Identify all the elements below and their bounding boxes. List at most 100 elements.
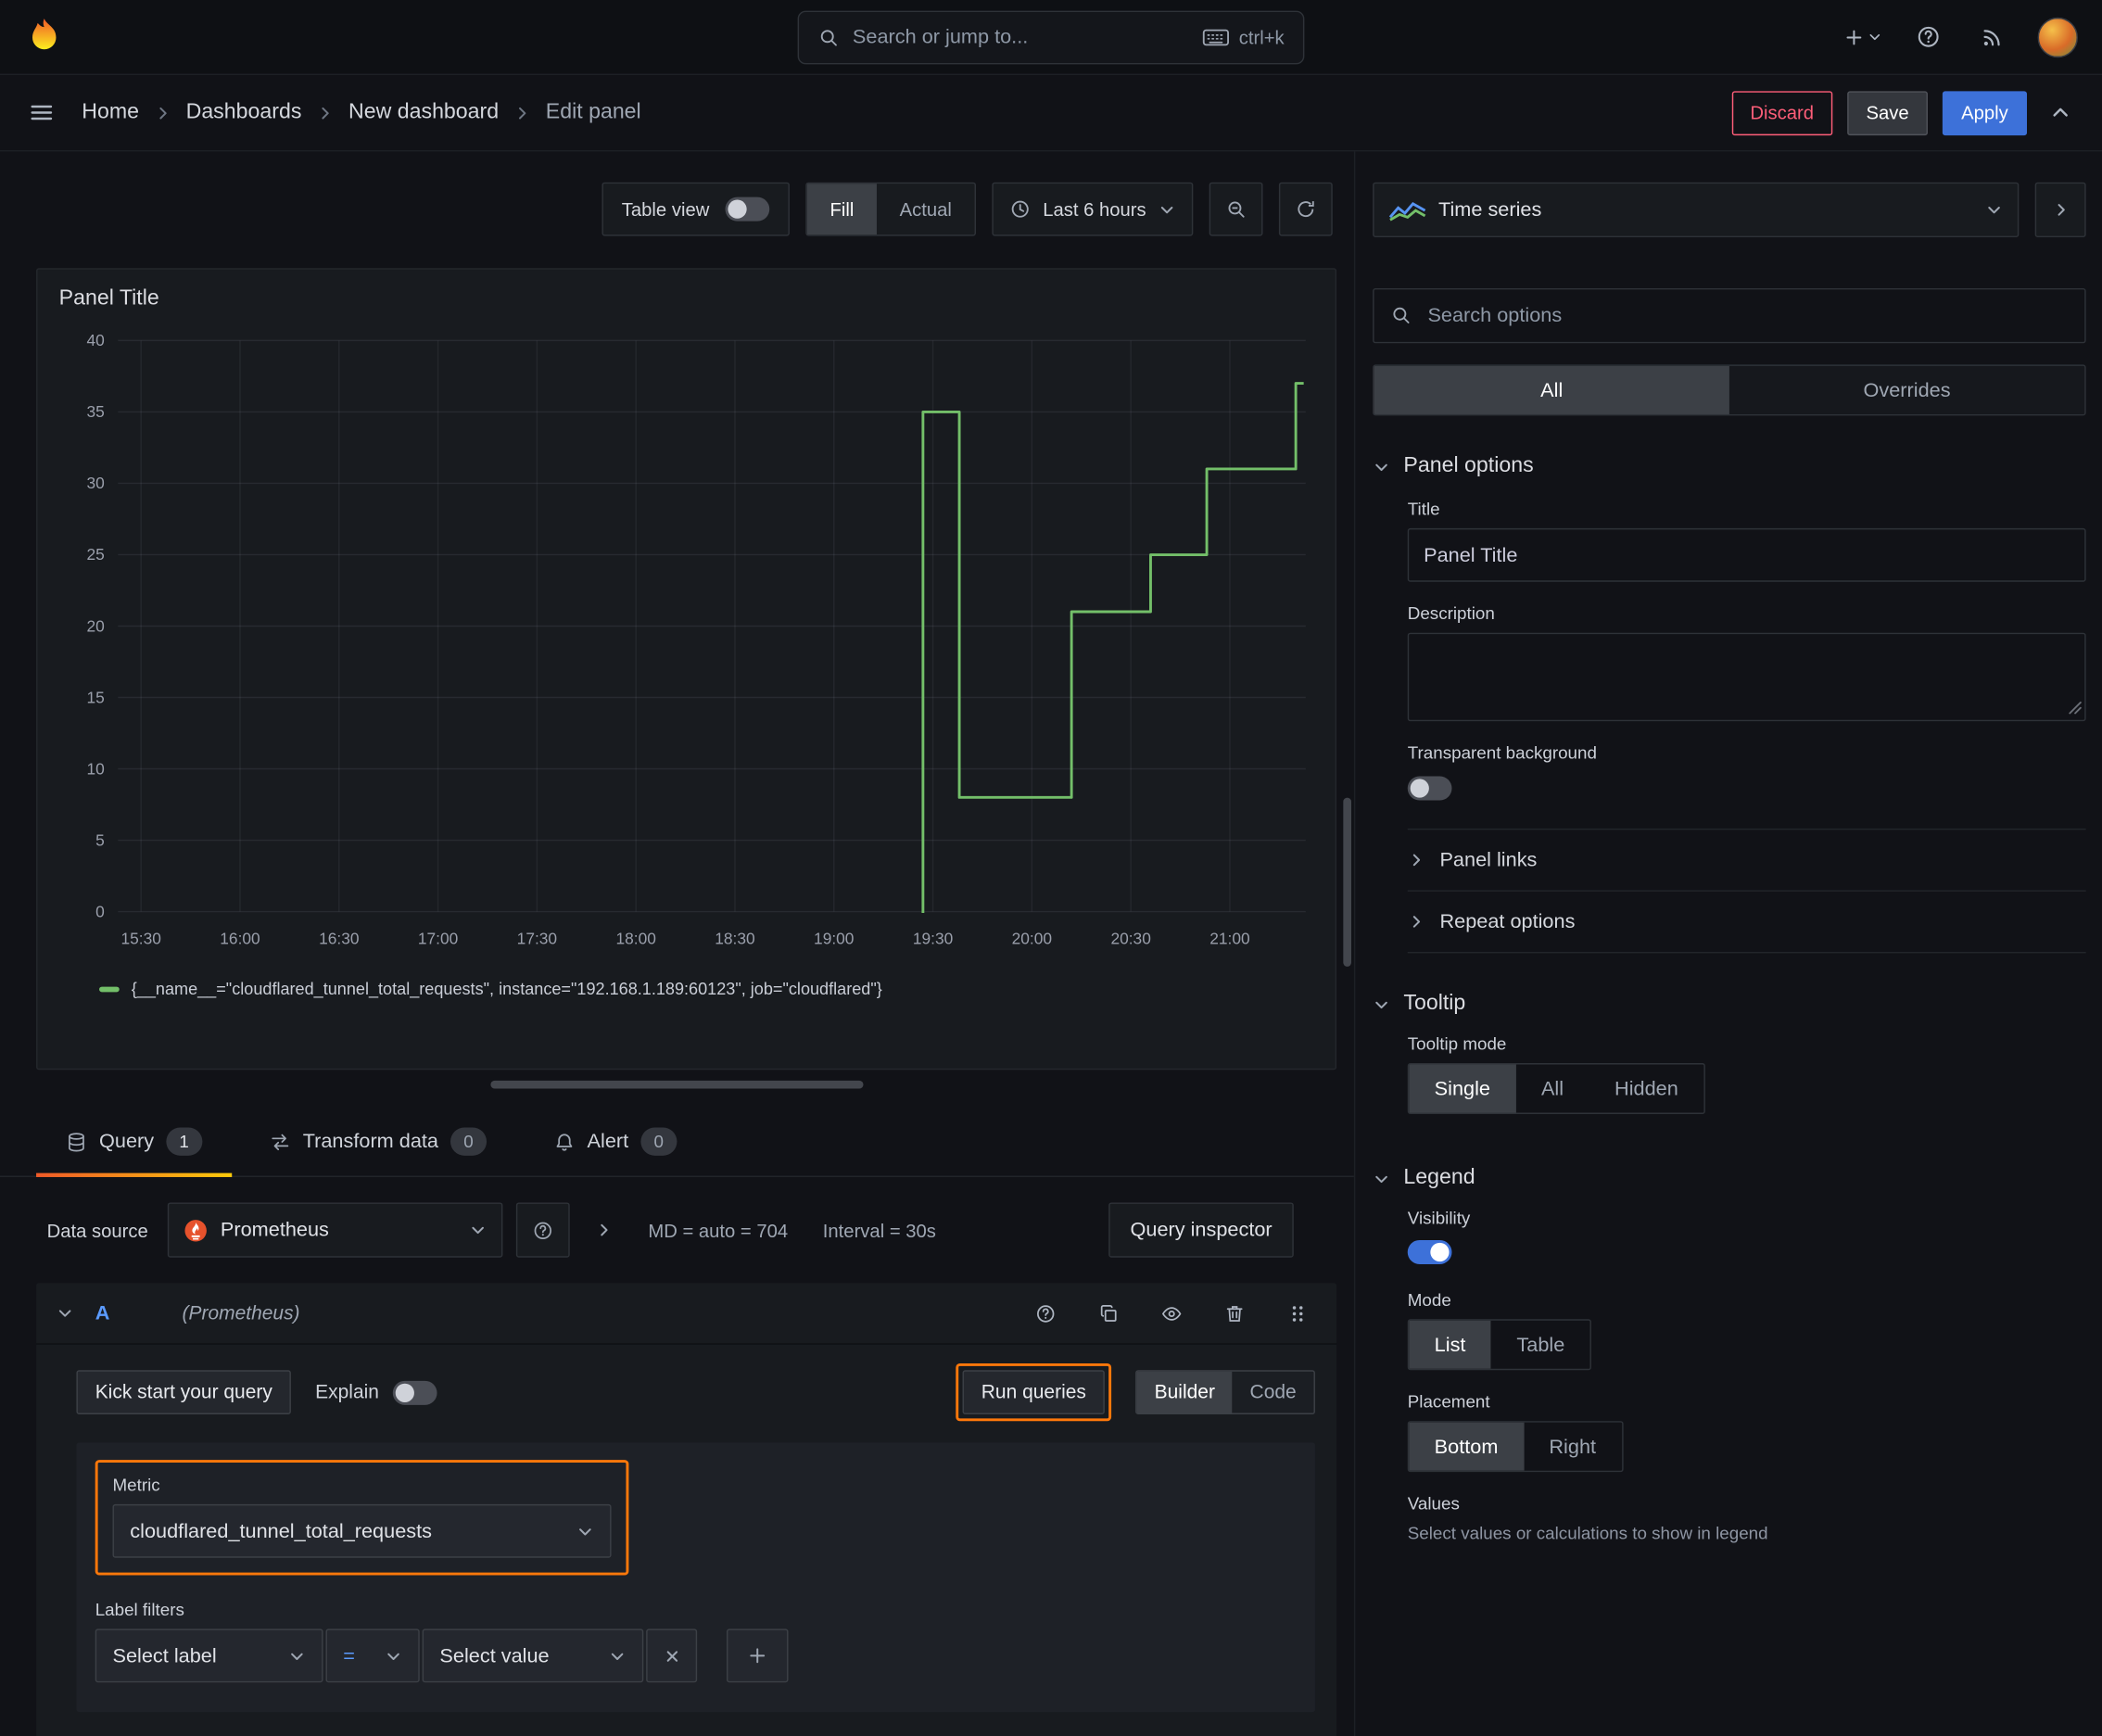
- legend-header[interactable]: Legend: [1373, 1149, 2085, 1209]
- builder-option[interactable]: Builder: [1136, 1371, 1233, 1413]
- refresh-icon: [1295, 198, 1316, 220]
- resize-handle-icon[interactable]: [2069, 701, 2082, 714]
- drag-query-handle[interactable]: [1279, 1295, 1317, 1333]
- datasource-picker[interactable]: Prometheus: [168, 1202, 504, 1258]
- viz-picker[interactable]: Time series: [1373, 182, 2020, 238]
- tab-overrides[interactable]: Overrides: [1729, 366, 2084, 414]
- tooltip-mode-single[interactable]: Single: [1409, 1064, 1516, 1113]
- save-button[interactable]: Save: [1847, 90, 1928, 135]
- duplicate-query-button[interactable]: [1090, 1295, 1128, 1333]
- panel-options-title: Panel options: [1403, 454, 1534, 477]
- help-button[interactable]: [1909, 19, 1947, 56]
- alert-count-badge: 0: [640, 1127, 677, 1156]
- chevron-right-icon: [513, 104, 531, 121]
- breadcrumb-home[interactable]: Home: [82, 100, 139, 124]
- refresh-button[interactable]: [1278, 182, 1333, 236]
- kick-start-button[interactable]: Kick start your query: [76, 1370, 292, 1414]
- mega-menu-button[interactable]: [23, 94, 60, 131]
- options-tabs: All Overrides: [1373, 364, 2086, 416]
- vertical-scrollbar[interactable]: [1343, 797, 1351, 967]
- chevron-down-icon: [1985, 201, 2003, 219]
- repeat-options-row[interactable]: Repeat options: [1407, 890, 2086, 952]
- query-row-header[interactable]: A (Prometheus): [36, 1283, 1337, 1345]
- panel-links-row[interactable]: Panel links: [1407, 828, 2086, 891]
- time-range-picker[interactable]: Last 6 hours: [992, 182, 1194, 236]
- options-search-input[interactable]: [1373, 287, 2086, 344]
- panel-title-input[interactable]: [1407, 527, 2086, 582]
- run-queries-button[interactable]: Run queries: [962, 1370, 1106, 1414]
- panel-edit-main: Table view Fill Actual Last 6 hours Pane…: [0, 151, 1354, 1736]
- chevron-down-icon: [288, 1647, 306, 1665]
- legend-placement-group: Bottom Right: [1407, 1421, 1623, 1473]
- profile-button[interactable]: [2037, 17, 2078, 57]
- breadcrumb-new-dashboard[interactable]: New dashboard: [348, 100, 499, 124]
- collapse-options-button[interactable]: [2034, 182, 2086, 238]
- add-filter-button[interactable]: [726, 1628, 789, 1683]
- timeseries-viz-icon: [1388, 201, 1426, 221]
- explain-label: Explain: [315, 1381, 379, 1403]
- chevron-down-icon: [609, 1647, 627, 1665]
- legend-visibility-toggle[interactable]: [1407, 1239, 1452, 1264]
- code-option[interactable]: Code: [1233, 1372, 1314, 1413]
- select-label-dropdown[interactable]: Select label: [95, 1628, 323, 1683]
- metric-label: Metric: [112, 1475, 160, 1495]
- panel-options-header[interactable]: Panel options: [1373, 437, 2085, 497]
- expand-options-button[interactable]: [584, 1202, 624, 1257]
- svg-text:35: 35: [87, 402, 105, 421]
- tab-query[interactable]: Query 1: [36, 1108, 232, 1177]
- svg-text:10: 10: [87, 759, 105, 778]
- tooltip-mode-hidden[interactable]: Hidden: [1589, 1064, 1704, 1112]
- svg-text:16:00: 16:00: [220, 929, 260, 947]
- tooltip-title: Tooltip: [1403, 992, 1466, 1015]
- tab-alert-label: Alert: [587, 1130, 629, 1153]
- delete-query-button[interactable]: [1216, 1295, 1254, 1333]
- discard-button[interactable]: Discard: [1731, 90, 1833, 135]
- panel-title[interactable]: Panel Title: [59, 277, 1314, 310]
- editor-tabs: Query 1 Transform data 0 Alert 0: [0, 1108, 1354, 1177]
- clock-icon: [1009, 198, 1031, 220]
- tab-transform-data[interactable]: Transform data 0: [240, 1108, 516, 1176]
- description-input[interactable]: [1407, 632, 2086, 722]
- eye-icon: [1161, 1302, 1183, 1324]
- legend-mode-table[interactable]: Table: [1491, 1321, 1590, 1369]
- global-search[interactable]: Search or jump to... ctrl+k: [797, 9, 1305, 64]
- transparent-background-toggle[interactable]: [1407, 776, 1452, 801]
- query-help-button[interactable]: [1027, 1295, 1065, 1333]
- explain-toggle[interactable]: [392, 1380, 437, 1405]
- horizontal-scrollbar[interactable]: [490, 1080, 864, 1089]
- metric-select[interactable]: cloudflared_tunnel_total_requests: [112, 1503, 612, 1558]
- tab-alert[interactable]: Alert 0: [525, 1108, 706, 1176]
- grafana-logo-icon[interactable]: [24, 16, 64, 58]
- news-button[interactable]: [1973, 19, 2011, 56]
- remove-filter-button[interactable]: [646, 1628, 698, 1683]
- select-value-dropdown[interactable]: Select value: [422, 1628, 644, 1683]
- new-menu-button[interactable]: [1843, 19, 1882, 56]
- legend-mode-label: Mode: [1407, 1289, 1451, 1311]
- query-inspector-button[interactable]: Query inspector: [1108, 1202, 1294, 1258]
- actual-option[interactable]: Actual: [877, 184, 974, 234]
- chevron-right-icon: [595, 1222, 613, 1239]
- tab-query-label: Query: [99, 1130, 155, 1153]
- legend-placement-bottom[interactable]: Bottom: [1409, 1422, 1524, 1471]
- svg-text:20:00: 20:00: [1012, 929, 1052, 947]
- tooltip-mode-all[interactable]: All: [1515, 1064, 1589, 1112]
- operator-dropdown[interactable]: =: [325, 1628, 420, 1683]
- breadcrumb-dashboards[interactable]: Dashboards: [186, 100, 302, 124]
- tooltip-header[interactable]: Tooltip: [1373, 975, 2085, 1034]
- tab-all-options[interactable]: All: [1374, 365, 1729, 414]
- fill-option[interactable]: Fill: [806, 184, 877, 235]
- toggle-query-visibility-button[interactable]: [1153, 1295, 1191, 1333]
- zoom-out-button[interactable]: [1209, 182, 1263, 236]
- legend-placement-right[interactable]: Right: [1524, 1423, 1622, 1471]
- legend-mode-list[interactable]: List: [1409, 1320, 1491, 1369]
- top-nav: Search or jump to... ctrl+k: [0, 0, 2102, 75]
- panel-preview: Panel Title 0 5 10 15 20 25 30 35 40 15:30 16:00 16…: [36, 268, 1337, 1071]
- query-ref-id: A: [95, 1301, 110, 1325]
- query-count-badge: 1: [166, 1127, 203, 1156]
- table-view-toggle[interactable]: [725, 196, 770, 222]
- apply-button[interactable]: Apply: [1942, 90, 2027, 135]
- options-search: [1373, 287, 2086, 344]
- datasource-help-button[interactable]: [516, 1202, 571, 1258]
- legend-series-label[interactable]: {__name__="cloudflared_tunnel_total_requ…: [132, 980, 882, 998]
- collapse-header-button[interactable]: [2042, 94, 2080, 131]
